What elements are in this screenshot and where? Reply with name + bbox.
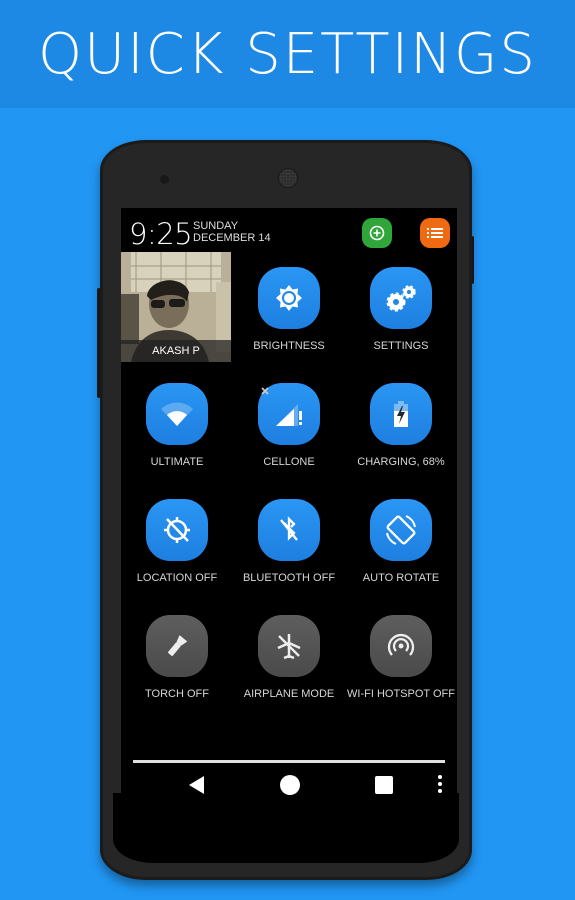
tile-cellular[interactable]: CELLONE <box>233 368 345 478</box>
wifi-icon <box>161 402 193 426</box>
divider <box>133 760 445 763</box>
date-label: DECEMBER 14 <box>193 232 271 244</box>
brightness-icon <box>276 285 302 311</box>
tile-hotspot[interactable]: WI-FI HOTSPOT OFF <box>345 600 457 710</box>
tile-brightness[interactable]: BRIGHTNESS <box>233 252 345 362</box>
tile-label: CELLONE <box>263 456 315 468</box>
navigation-bar <box>121 768 457 803</box>
more-vert-icon[interactable] <box>437 775 443 795</box>
tile-label: AUTO ROTATE <box>362 572 440 584</box>
day-label: SUNDAY <box>193 220 239 232</box>
tile-airplane[interactable]: AIRPLANE MODE <box>233 600 345 710</box>
tile-label: ULTIMATE <box>150 456 204 468</box>
tile-torch[interactable]: TORCH OFF <box>121 600 233 710</box>
tile-wifi[interactable]: ULTIMATE <box>121 368 233 478</box>
tile-label: CHARGING, 68% <box>357 456 445 468</box>
home-icon[interactable] <box>280 775 300 795</box>
tile-location[interactable]: LOCATION OFF <box>121 484 233 594</box>
header-banner: QUICK SETTINGS <box>0 0 575 108</box>
front-sensor <box>160 175 169 184</box>
no-sim-icon <box>261 387 269 395</box>
tile-label: BLUETOOTH OFF <box>242 572 336 584</box>
phone-frame: 9:25 SUNDAY DECEMBER 14 AKASH P BRIGHTNE… <box>100 140 472 880</box>
cell-signal-icon <box>276 404 302 426</box>
tile-settings[interactable]: SETTINGS <box>345 252 457 362</box>
status-header: 9:25 SUNDAY DECEMBER 14 <box>121 208 457 252</box>
menu-button[interactable] <box>420 218 450 248</box>
quick-settings-screen: 9:25 SUNDAY DECEMBER 14 AKASH P BRIGHTNE… <box>121 208 457 803</box>
battery-charging-icon <box>394 401 408 427</box>
auto-rotate-icon <box>386 515 416 545</box>
bluetooth-off-icon <box>280 516 298 541</box>
list-icon <box>427 228 443 238</box>
airplane-off-icon <box>277 634 301 660</box>
tile-label: LOCATION OFF <box>136 572 218 584</box>
clock: 9:25 <box>129 217 193 251</box>
phone-chin <box>113 793 459 863</box>
hotspot-icon <box>387 633 415 656</box>
tile-label: WI-FI HOTSPOT OFF <box>347 688 455 700</box>
location-off-icon <box>164 517 190 543</box>
tile-battery[interactable]: CHARGING, 68% <box>345 368 457 478</box>
tile-bluetooth[interactable]: BLUETOOTH OFF <box>233 484 345 594</box>
back-icon[interactable] <box>189 776 204 794</box>
earpiece-speaker <box>278 168 298 188</box>
tile-label: AIRPLANE MODE <box>243 688 335 700</box>
add-button[interactable] <box>362 218 392 248</box>
profile-card[interactable]: AKASH P <box>121 252 231 362</box>
torch-icon <box>168 635 188 656</box>
banner-title: QUICK SETTINGS <box>38 21 537 87</box>
plus-circle-icon <box>369 225 385 241</box>
profile-name: AKASH P <box>121 340 231 362</box>
tile-label: TORCH OFF <box>145 688 209 700</box>
gears-icon <box>386 285 416 312</box>
tile-label: SETTINGS <box>373 340 429 352</box>
tile-label: BRIGHTNESS <box>253 340 325 352</box>
tile-auto-rotate[interactable]: AUTO ROTATE <box>345 484 457 594</box>
recents-icon[interactable] <box>375 776 393 794</box>
